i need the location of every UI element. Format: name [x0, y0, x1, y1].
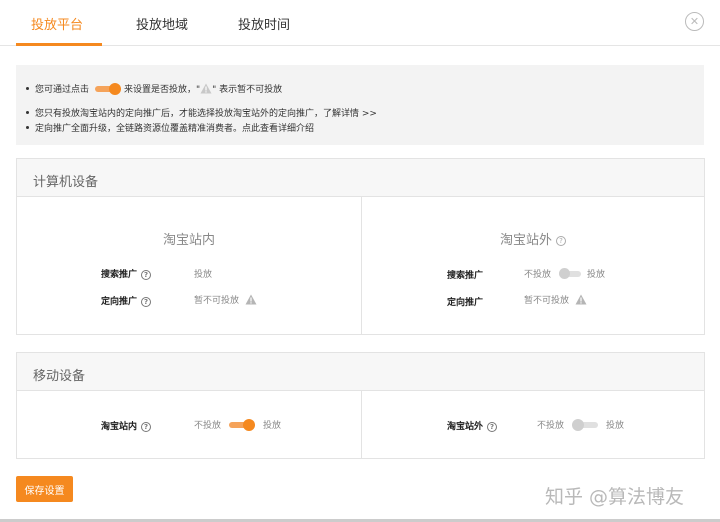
row-label-search: 搜索推广?	[101, 267, 152, 280]
computer-devices-panel: 计算机设备 淘宝站内 搜索推广? 投放 定向推广? 暂不可投放 淘宝站外? 搜索…	[16, 158, 705, 335]
warning-icon	[245, 294, 257, 305]
tab-time[interactable]: 投放时间	[238, 14, 290, 33]
row-label-targeted: 定向推广?	[101, 294, 152, 307]
panel-header: 计算机设备	[17, 159, 704, 197]
example-toggle	[95, 82, 122, 95]
notice-text: 您可通过点击	[35, 85, 90, 95]
notice-text: 您只有投放淘宝站内的定向推广后，才能选择投放淘宝站外的定向推广，	[35, 109, 324, 119]
column-divider	[361, 391, 362, 459]
bullet	[26, 87, 29, 90]
notice-box: 您可通过点击 来设置是否投放，" " 表示暂不可投放 您只有投放淘宝站内的定向推…	[16, 65, 704, 145]
mobile-outside-toggle-group: 不投放 投放	[537, 418, 624, 431]
row-label-search: 搜索推广	[447, 271, 484, 281]
details-link[interactable]: 点此查看详细介绍	[242, 121, 314, 134]
help-icon[interactable]: ?	[141, 421, 152, 432]
learn-more-link[interactable]: 了解详情 >>	[323, 106, 377, 119]
warning-icon	[575, 294, 587, 305]
mobile-inside-label: 淘宝站内?	[101, 419, 152, 432]
watermark: 知乎 @算法博友	[545, 486, 685, 508]
panel-title: 移动设备	[33, 369, 86, 384]
column-title-outside: 淘宝站外?	[500, 229, 567, 248]
bullet	[26, 111, 29, 114]
notice-text: 来设置是否投放，"	[124, 85, 201, 95]
row-value: 暂不可投放	[524, 293, 587, 306]
search-toggle-group: 不投放 投放	[524, 268, 606, 280]
help-icon[interactable]: ?	[556, 235, 567, 246]
mobile-outside-label: 淘宝站外?	[447, 419, 498, 432]
help-icon[interactable]: ?	[487, 421, 498, 432]
mobile-inside-toggle[interactable]	[229, 418, 256, 431]
tab-region[interactable]: 投放地域	[136, 14, 188, 33]
save-button[interactable]: 保存设置	[16, 476, 73, 502]
notice-line-3: 定向推广全面升级，全链路资源位覆盖精准消费者。 点此查看详细介绍	[26, 121, 314, 134]
active-tab-indicator	[16, 43, 102, 46]
search-outside-toggle[interactable]	[559, 268, 582, 279]
row-value: 暂不可投放	[194, 293, 257, 306]
panel-header: 移动设备	[17, 353, 704, 391]
close-icon[interactable]: ✕	[685, 12, 704, 31]
notice-text: " 表示暂不可投放	[212, 85, 283, 95]
row-label-targeted: 定向推广	[447, 298, 484, 308]
bullet	[26, 126, 29, 129]
mobile-inside-toggle-group: 不投放 投放	[194, 418, 281, 431]
row-value: 投放	[194, 270, 213, 280]
tab-platform[interactable]: 投放平台	[31, 14, 83, 33]
notice-line-2: 您只有投放淘宝站内的定向推广后，才能选择投放淘宝站外的定向推广， 了解详情 >>	[26, 106, 377, 119]
notice-line-1: 您可通过点击 来设置是否投放，" " 表示暂不可投放	[26, 82, 282, 95]
mobile-outside-toggle[interactable]	[572, 418, 599, 431]
warning-icon	[200, 83, 212, 94]
help-icon[interactable]: ?	[141, 296, 152, 307]
panel-title: 计算机设备	[33, 175, 99, 190]
mobile-devices-panel: 移动设备 淘宝站内? 不投放 投放 淘宝站外? 不投放 投放	[16, 352, 705, 459]
column-divider	[361, 197, 362, 335]
notice-text: 定向推广全面升级，全链路资源位覆盖精准消费者。	[35, 124, 243, 134]
tab-bar: 投放平台 投放地域 投放时间 ✕	[0, 0, 720, 46]
help-icon[interactable]: ?	[141, 269, 152, 280]
column-title-inside: 淘宝站内	[163, 233, 216, 248]
